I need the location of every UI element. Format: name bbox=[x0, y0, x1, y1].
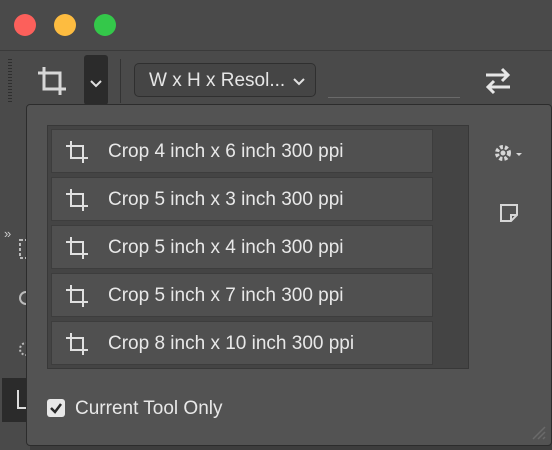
crop-icon bbox=[66, 189, 88, 211]
list-item[interactable]: Crop 5 inch x 3 inch 300 ppi bbox=[51, 177, 433, 221]
maximize-window-button[interactable] bbox=[94, 14, 116, 36]
preset-label: Crop 4 inch x 6 inch 300 ppi bbox=[108, 141, 344, 162]
preset-label: Crop 5 inch x 4 inch 300 ppi bbox=[108, 237, 344, 258]
chevron-down-icon bbox=[90, 80, 102, 88]
crop-icon bbox=[66, 333, 88, 355]
resize-grip-icon bbox=[532, 426, 546, 440]
crop-icon bbox=[66, 285, 88, 307]
tool-preset-popup: Crop 4 inch x 6 inch 300 ppi Crop 5 inch… bbox=[26, 104, 552, 446]
preset-label: Crop 8 inch x 10 inch 300 ppi bbox=[108, 333, 355, 354]
crop-ratio-value: W x H x Resol... bbox=[149, 70, 286, 91]
minimize-window-button[interactable] bbox=[54, 14, 76, 36]
crop-ratio-select[interactable]: W x H x Resol... bbox=[134, 63, 316, 97]
crop-icon bbox=[66, 237, 88, 259]
chevron-down-icon bbox=[293, 78, 305, 86]
collapse-panel-button[interactable]: » bbox=[4, 226, 11, 241]
tool-preset-dropdown-button[interactable] bbox=[84, 55, 108, 105]
tool-preset-picker[interactable] bbox=[30, 59, 78, 103]
preset-label: Crop 5 inch x 3 inch 300 ppi bbox=[108, 189, 344, 210]
close-window-button[interactable] bbox=[14, 14, 36, 36]
list-item[interactable]: Crop 8 inch x 10 inch 300 ppi bbox=[51, 321, 433, 365]
current-tool-only-checkbox[interactable] bbox=[47, 399, 65, 417]
options-bar-grip[interactable] bbox=[8, 59, 12, 103]
preset-label: Crop 5 inch x 7 inch 300 ppi bbox=[108, 285, 344, 306]
list-item[interactable]: Crop 4 inch x 6 inch 300 ppi bbox=[51, 129, 433, 173]
crop-width-field[interactable] bbox=[328, 63, 460, 98]
list-item[interactable]: Crop 5 inch x 4 inch 300 ppi bbox=[51, 225, 433, 269]
gear-icon bbox=[495, 145, 522, 161]
new-preset-button[interactable] bbox=[497, 201, 521, 225]
list-item[interactable]: Crop 5 inch x 7 inch 300 ppi bbox=[51, 273, 433, 317]
resize-grip[interactable] bbox=[527, 421, 547, 441]
preset-options-button[interactable] bbox=[491, 141, 527, 165]
new-preset-icon bbox=[500, 204, 518, 222]
crop-icon bbox=[38, 67, 66, 95]
checkmark-icon bbox=[50, 403, 62, 414]
title-bar bbox=[0, 0, 552, 50]
divider bbox=[120, 59, 121, 103]
options-bar: W x H x Resol... bbox=[0, 50, 552, 111]
swap-arrows-icon bbox=[485, 67, 511, 95]
swap-dimensions-button[interactable] bbox=[478, 65, 518, 97]
crop-icon bbox=[66, 141, 88, 163]
preset-list: Crop 4 inch x 6 inch 300 ppi Crop 5 inch… bbox=[47, 125, 469, 369]
current-tool-only-label: Current Tool Only bbox=[75, 398, 223, 419]
